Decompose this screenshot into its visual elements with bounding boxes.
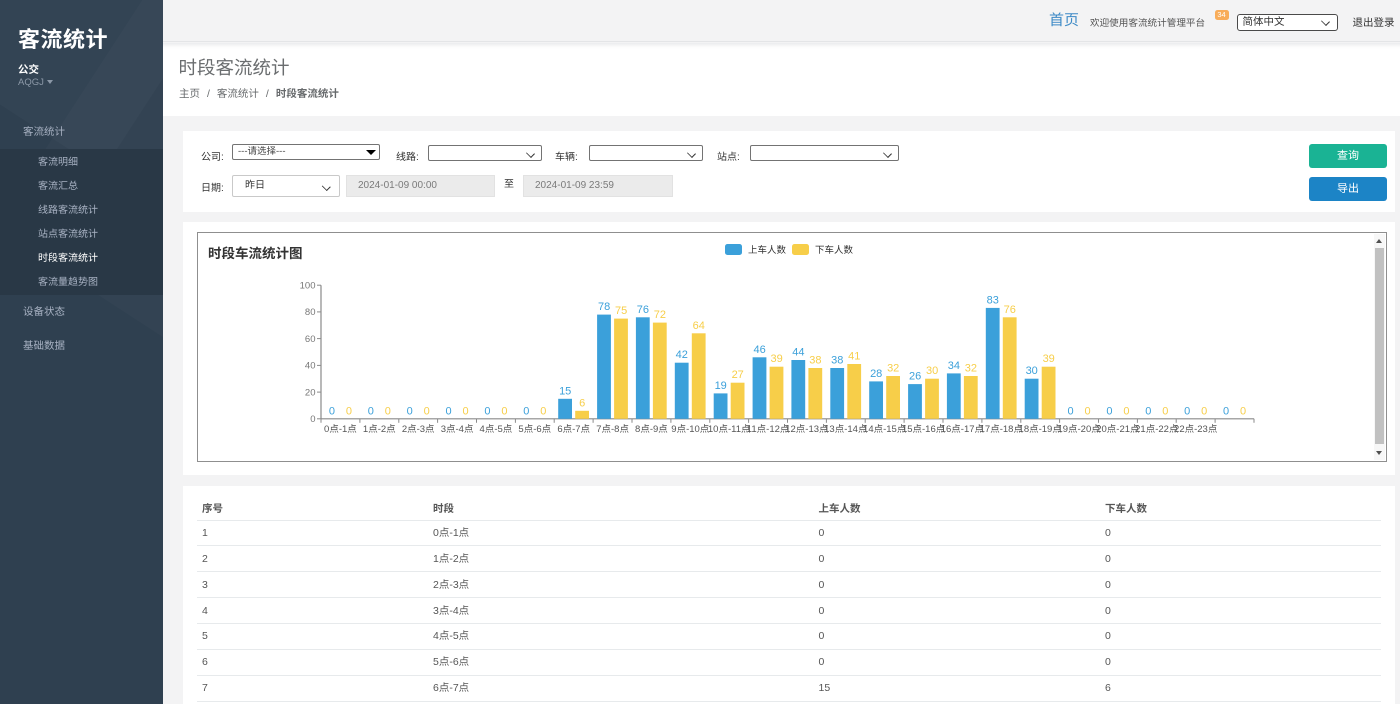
svg-text:44: 44 — [792, 346, 804, 358]
svg-text:0点-1点: 0点-1点 — [324, 424, 357, 435]
svg-text:30: 30 — [1026, 365, 1038, 377]
svg-text:15点-16点: 15点-16点 — [902, 424, 946, 435]
svg-text:2点-3点: 2点-3点 — [402, 424, 435, 435]
svg-text:0: 0 — [346, 405, 352, 417]
svg-text:39: 39 — [1043, 353, 1055, 365]
svg-text:18点-19点: 18点-19点 — [1019, 424, 1063, 435]
svg-text:78: 78 — [598, 301, 610, 313]
svg-text:14点-15点: 14点-15点 — [863, 424, 907, 435]
svg-text:30: 30 — [926, 365, 938, 377]
svg-text:27: 27 — [732, 369, 744, 381]
svg-text:40: 40 — [305, 360, 316, 371]
svg-text:4点-5点: 4点-5点 — [480, 424, 513, 435]
svg-text:17点-18点: 17点-18点 — [980, 424, 1024, 435]
svg-text:1点-2点: 1点-2点 — [363, 424, 396, 435]
svg-text:38: 38 — [809, 354, 821, 366]
svg-text:0: 0 — [1162, 405, 1168, 417]
svg-text:76: 76 — [1004, 303, 1016, 315]
svg-text:0: 0 — [1145, 405, 1151, 417]
svg-text:0: 0 — [1123, 405, 1129, 417]
svg-text:13点-14点: 13点-14点 — [824, 424, 868, 435]
svg-text:9点-10点: 9点-10点 — [671, 424, 710, 435]
svg-text:83: 83 — [987, 294, 999, 306]
svg-text:39: 39 — [770, 353, 782, 365]
svg-text:72: 72 — [654, 309, 666, 321]
svg-text:20点-21点: 20点-21点 — [1096, 424, 1140, 435]
svg-text:0: 0 — [523, 405, 529, 417]
svg-text:0: 0 — [424, 405, 430, 417]
svg-text:0: 0 — [1201, 405, 1207, 417]
svg-text:6点-7点: 6点-7点 — [557, 424, 590, 435]
svg-text:21点-22点: 21点-22点 — [1135, 424, 1179, 435]
svg-text:46: 46 — [753, 343, 765, 355]
svg-text:0: 0 — [1085, 405, 1091, 417]
svg-text:6: 6 — [579, 397, 585, 409]
svg-text:38: 38 — [831, 354, 843, 366]
svg-text:8点-9点: 8点-9点 — [635, 424, 668, 435]
svg-text:0: 0 — [329, 405, 335, 417]
svg-text:41: 41 — [848, 350, 860, 362]
svg-text:32: 32 — [887, 362, 899, 374]
svg-text:0: 0 — [501, 405, 507, 417]
svg-text:34: 34 — [948, 359, 960, 371]
svg-text:22点-23点: 22点-23点 — [1174, 424, 1218, 435]
svg-text:16点-17点: 16点-17点 — [941, 424, 985, 435]
svg-text:0: 0 — [385, 405, 391, 417]
svg-text:0: 0 — [1068, 405, 1074, 417]
svg-text:11点-12点: 11点-12点 — [747, 424, 790, 435]
svg-text:28: 28 — [870, 367, 882, 379]
svg-text:0: 0 — [368, 405, 374, 417]
svg-text:80: 80 — [305, 307, 316, 318]
svg-text:7点-8点: 7点-8点 — [596, 424, 629, 435]
svg-text:100: 100 — [300, 280, 316, 291]
svg-text:0: 0 — [446, 405, 452, 417]
svg-text:0: 0 — [1184, 405, 1190, 417]
svg-text:19: 19 — [715, 379, 727, 391]
svg-text:3点-4点: 3点-4点 — [441, 424, 474, 435]
svg-text:0: 0 — [310, 414, 315, 425]
svg-text:0: 0 — [1106, 405, 1112, 417]
svg-text:12点-13点: 12点-13点 — [785, 424, 829, 435]
svg-text:75: 75 — [615, 305, 627, 317]
svg-text:32: 32 — [965, 362, 977, 374]
svg-text:26: 26 — [909, 370, 921, 382]
svg-text:64: 64 — [693, 319, 705, 331]
svg-text:10点-11点: 10点-11点 — [708, 424, 751, 435]
svg-text:0: 0 — [407, 405, 413, 417]
svg-text:5点-6点: 5点-6点 — [518, 424, 551, 435]
svg-text:0: 0 — [484, 405, 490, 417]
svg-text:19点-20点: 19点-20点 — [1057, 424, 1101, 435]
svg-text:0: 0 — [1223, 405, 1229, 417]
svg-text:42: 42 — [676, 349, 688, 361]
svg-text:0: 0 — [540, 405, 546, 417]
svg-text:60: 60 — [305, 333, 316, 344]
svg-text:76: 76 — [637, 303, 649, 315]
svg-text:0: 0 — [1240, 405, 1246, 417]
svg-text:15: 15 — [559, 385, 571, 397]
svg-text:0: 0 — [463, 405, 469, 417]
svg-text:20: 20 — [305, 387, 316, 398]
